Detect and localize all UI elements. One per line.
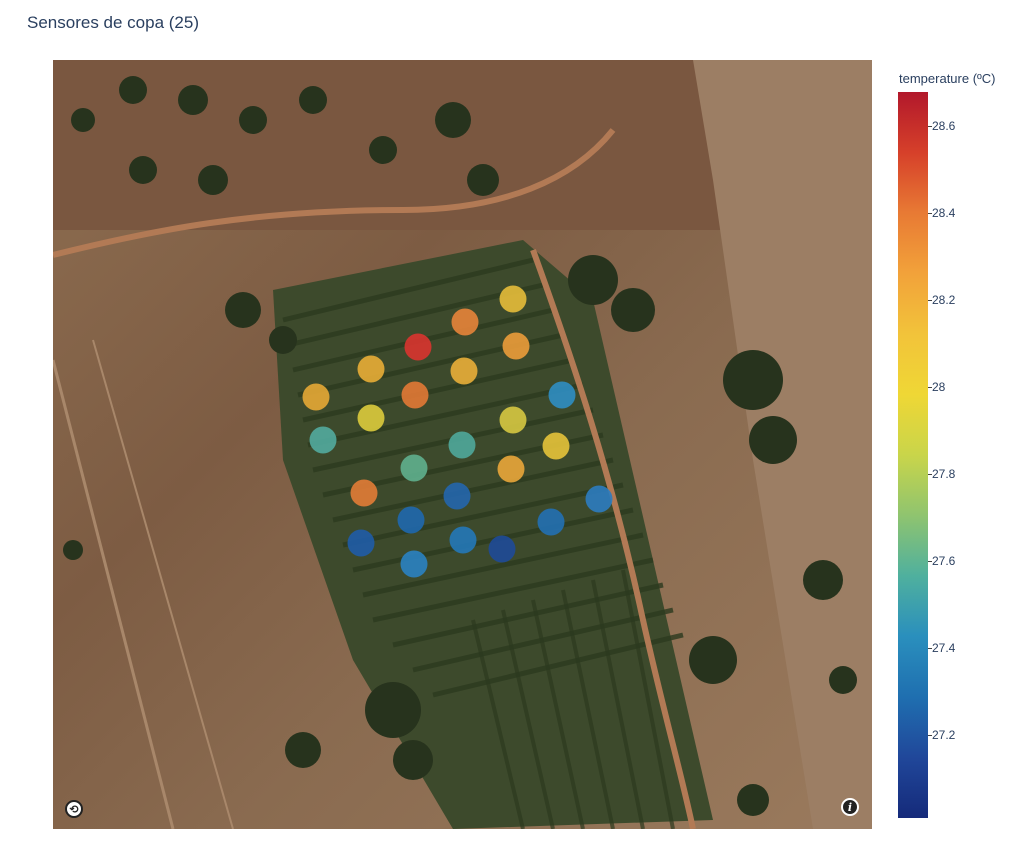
colorbar-tick-label: 27.2: [932, 728, 956, 742]
sensor-marker[interactable]: [400, 550, 428, 578]
sensor-marker[interactable]: [499, 285, 527, 313]
sensor-marker[interactable]: [488, 535, 516, 563]
sensor-marker[interactable]: [397, 506, 425, 534]
sensor-marker[interactable]: [443, 482, 471, 510]
sensor-marker[interactable]: [451, 308, 479, 336]
colorbar-tick-label: 27.8: [932, 467, 956, 481]
chart-title: Sensores de copa (25): [27, 13, 199, 32]
satellite-map[interactable]: ⟲ i: [53, 60, 872, 829]
colorbar-tick-label: 28.4: [932, 206, 956, 220]
sensor-marker[interactable]: [497, 455, 525, 483]
sensor-marker[interactable]: [357, 404, 385, 432]
sensor-marker[interactable]: [448, 431, 476, 459]
sensor-marker[interactable]: [537, 508, 565, 536]
sensor-marker[interactable]: [401, 381, 429, 409]
colorbar-tick-label: 28.6: [932, 119, 956, 133]
sensor-marker[interactable]: [400, 454, 428, 482]
sensor-marker[interactable]: [499, 406, 527, 434]
reset-view-icon[interactable]: ⟲: [65, 800, 83, 818]
sensor-marker[interactable]: [404, 333, 432, 361]
sensor-marker[interactable]: [502, 332, 530, 360]
colorbar-tick-label: 28: [932, 380, 946, 394]
sensor-marker[interactable]: [347, 529, 375, 557]
sensor-marker[interactable]: [357, 355, 385, 383]
colorbar-tick-label: 27.4: [932, 641, 956, 655]
colorbar-tick-label: 27.6: [932, 554, 956, 568]
sensor-marker[interactable]: [309, 426, 337, 454]
colorbar-title: temperature (ºC): [899, 71, 996, 86]
sensor-marker[interactable]: [585, 485, 613, 513]
colorbar: [898, 92, 928, 818]
sensor-marker[interactable]: [302, 383, 330, 411]
sensor-marker[interactable]: [548, 381, 576, 409]
sensor-marker[interactable]: [542, 432, 570, 460]
colorbar-tick-label: 28.2: [932, 293, 956, 307]
sensor-marker[interactable]: [450, 357, 478, 385]
info-icon[interactable]: i: [841, 798, 859, 816]
sensor-marker[interactable]: [449, 526, 477, 554]
sensor-marker[interactable]: [350, 479, 378, 507]
